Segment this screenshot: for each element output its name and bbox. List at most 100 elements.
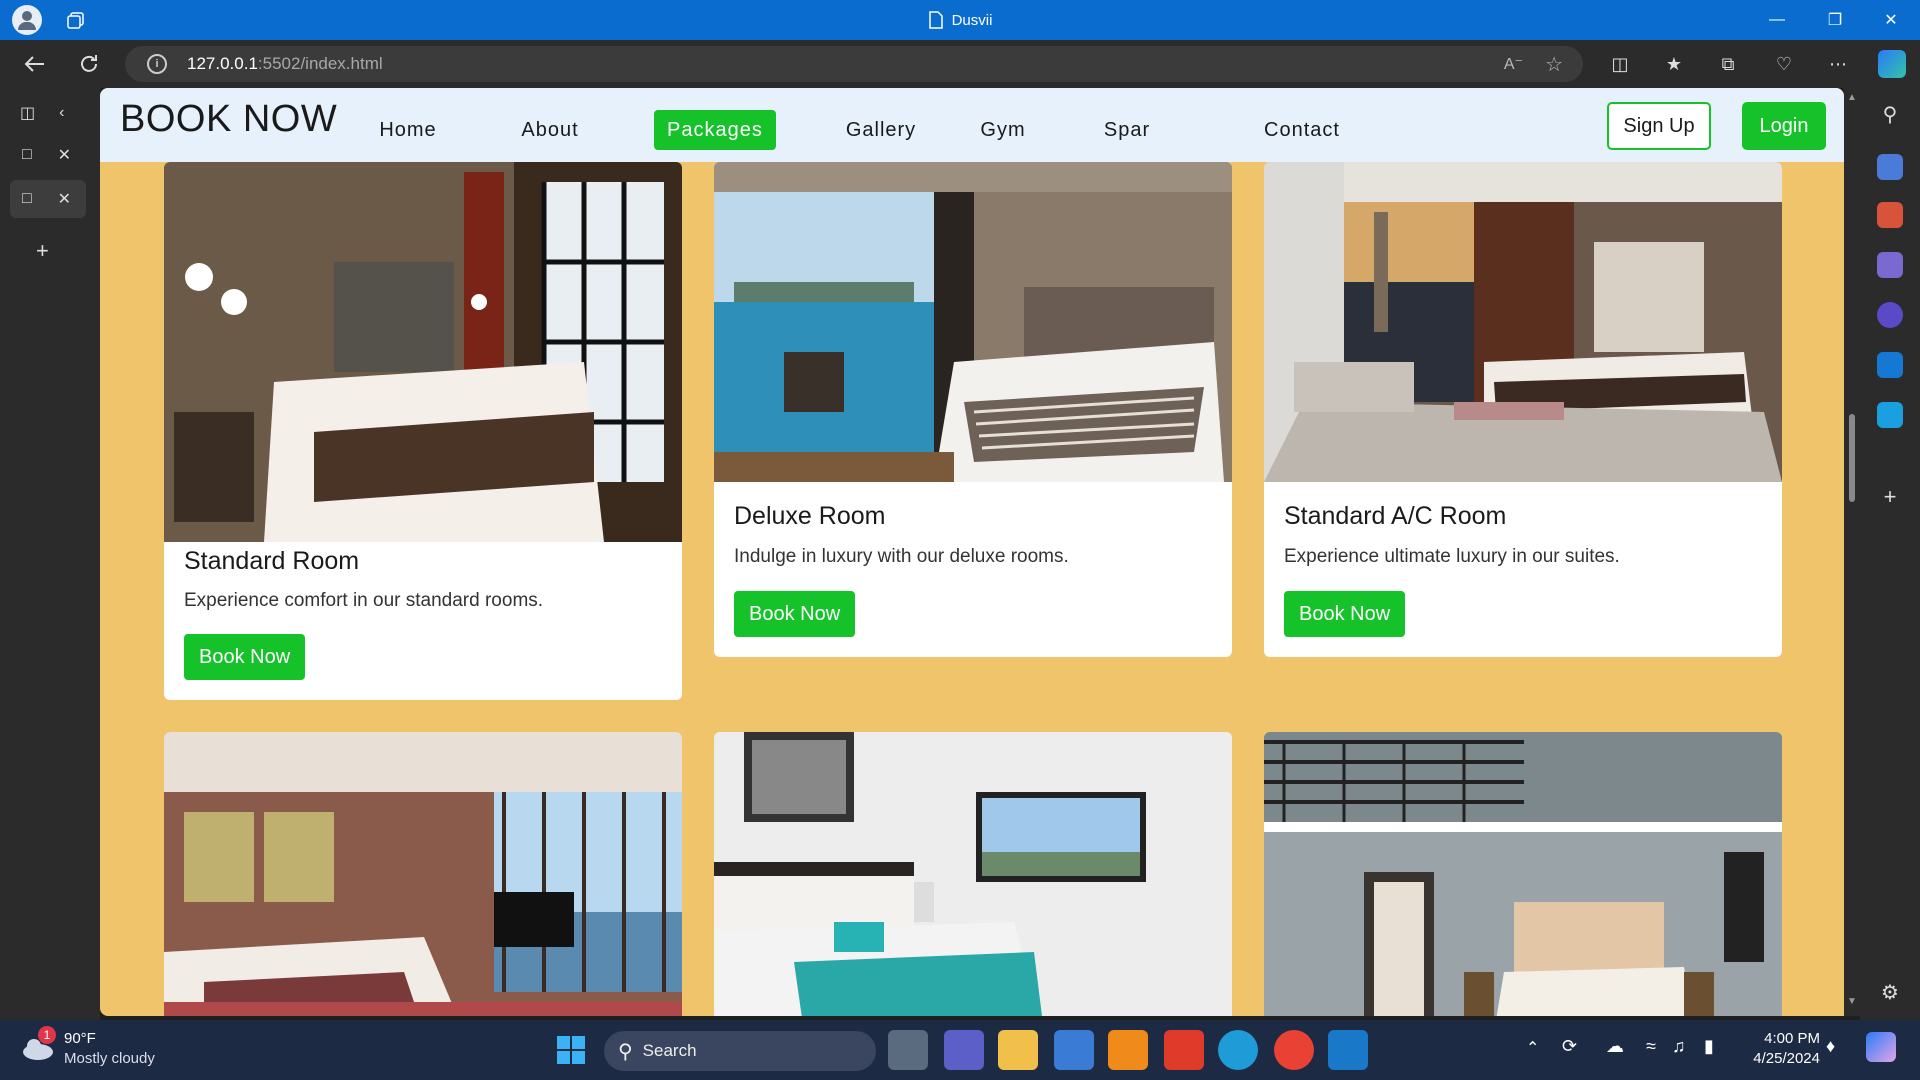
close-tab-icon[interactable]: ✕ (58, 189, 71, 209)
card-title: Standard Room (184, 547, 360, 575)
close-tab-icon[interactable]: ✕ (58, 145, 71, 165)
browser-essentials-icon[interactable]: ♡ (1770, 50, 1798, 78)
room-card: Deluxe Room Indulge in luxury with our d… (714, 162, 1232, 657)
chrome-icon[interactable] (1274, 1030, 1314, 1070)
sync-icon[interactable]: ⟳ (1562, 1036, 1577, 1057)
scrollbar-thumb[interactable] (1849, 414, 1855, 502)
sidebar-settings-icon[interactable]: ⚙ (1877, 980, 1903, 1006)
onedrive-icon[interactable]: ☁ (1606, 1036, 1624, 1057)
scroll-up-arrow-icon[interactable]: ▲ (1847, 92, 1857, 103)
search-icon: ⚲ (618, 1040, 633, 1063)
copilot-icon[interactable] (1878, 50, 1906, 78)
weather-widget[interactable]: 1 (20, 1026, 56, 1062)
room-card (164, 732, 682, 1016)
nav-contact[interactable]: Contact (1262, 110, 1342, 150)
weather-desc: Mostly cloudy (64, 1050, 155, 1067)
deluxe-room-photo (714, 162, 1232, 482)
send-icon[interactable] (1877, 402, 1903, 428)
nav-gallery[interactable]: Gallery (846, 110, 916, 150)
refresh-button[interactable] (72, 48, 106, 80)
tab-actions: ◫ ‹ (10, 94, 86, 132)
book-now-button[interactable]: Book Now (1284, 591, 1406, 637)
sidebar-search-icon[interactable]: ⚲ (1877, 102, 1903, 128)
weather-badge: 1 (38, 1026, 56, 1044)
book-now-button[interactable]: Book Now (184, 634, 306, 680)
site-brand[interactable]: BOOK NOW (120, 98, 337, 141)
favorites-icon[interactable]: ★ (1660, 50, 1688, 78)
nav-spar[interactable]: Spar (1102, 110, 1152, 150)
copilot-taskbar-icon[interactable] (1866, 1032, 1896, 1062)
edge-icon[interactable] (1218, 1030, 1258, 1070)
refresh-icon (81, 55, 97, 72)
tools-icon[interactable] (1877, 202, 1903, 228)
more-menu-icon[interactable]: ⋯ (1824, 50, 1852, 78)
add-sidebar-app-icon[interactable]: + (1877, 484, 1903, 510)
vscode-icon[interactable] (1328, 1030, 1368, 1070)
search-label: Search (642, 1041, 697, 1060)
show-hidden-icons[interactable]: ⌃ (1526, 1038, 1539, 1058)
nav-packages[interactable]: Packages (654, 110, 776, 150)
notification-bell-icon[interactable]: ♦ (1826, 1036, 1835, 1057)
wps-office-icon[interactable] (1164, 1030, 1204, 1070)
card-description: Experience comfort in our standard rooms… (184, 590, 544, 611)
nav-gym[interactable]: Gym (978, 110, 1028, 150)
page-icon: □ (22, 146, 32, 163)
room-card (1264, 732, 1782, 1016)
card-title: Deluxe Room (734, 502, 886, 530)
app-orange-icon[interactable] (1108, 1030, 1148, 1070)
windows-logo-icon (557, 1036, 585, 1064)
card-description: Experience ultimate luxury in our suites… (1284, 546, 1620, 567)
clock-time[interactable]: 4:00 PM (1736, 1030, 1820, 1047)
window-title-area: Dusvii (0, 0, 1920, 40)
tab-actions-icon[interactable]: ◫ (20, 103, 35, 123)
site-navbar: BOOK NOW Home About Packages Gallery Gym… (100, 88, 1844, 162)
edge-sidebar: ⚲ + ⚙ (1860, 88, 1920, 1020)
store-icon[interactable] (1054, 1030, 1094, 1070)
teams-icon[interactable] (944, 1030, 984, 1070)
collections-icon[interactable]: ⧉ (1714, 50, 1742, 78)
games-icon[interactable] (1877, 252, 1903, 278)
page-icon (928, 11, 943, 29)
vertical-tabs-pane: ◫ ‹ □ ✕ □ ✕ + (0, 88, 100, 1020)
page-scrollbar[interactable]: ▲ ▼ (1844, 88, 1860, 1016)
wifi-icon[interactable]: ≈ (1646, 1036, 1656, 1057)
new-tab-button[interactable]: + (36, 232, 66, 270)
collapse-tabs-icon[interactable]: ‹ (59, 104, 64, 122)
address-bar[interactable]: i 127.0.0.1:5502/index.html A⁻ ☆ (125, 46, 1583, 82)
address-url[interactable]: 127.0.0.1:5502/index.html (187, 54, 383, 74)
file-explorer-icon[interactable] (998, 1030, 1038, 1070)
room-photo (714, 732, 1232, 1016)
favorite-star-icon[interactable]: ☆ (1545, 52, 1563, 77)
split-screen-icon[interactable]: ◫ (1606, 50, 1634, 78)
ac-room-photo (1264, 162, 1782, 482)
site-info-icon[interactable]: i (147, 54, 167, 74)
tab-item-active[interactable]: □ ✕ (10, 180, 86, 218)
read-aloud-icon[interactable]: A⁻ (1504, 54, 1523, 74)
card-title: Standard A/C Room (1284, 502, 1507, 530)
start-button[interactable] (551, 1030, 591, 1070)
windows-taskbar: 1 90°F Mostly cloudy ⚲ Search ⌃ ⟳ ☁ ≈ ♫ … (0, 1020, 1920, 1080)
battery-icon[interactable]: ▮ (1704, 1036, 1714, 1057)
volume-icon[interactable]: ♫ (1672, 1036, 1686, 1057)
book-now-button[interactable]: Book Now (734, 591, 856, 637)
close-window-button[interactable]: ✕ (1862, 0, 1920, 40)
tab-item[interactable]: □ ✕ (10, 136, 86, 174)
nav-home[interactable]: Home (378, 110, 438, 150)
signup-button[interactable]: Sign Up (1607, 102, 1711, 150)
nav-about[interactable]: About (520, 110, 580, 150)
room-photo (1264, 732, 1782, 1016)
room-card (714, 732, 1232, 1016)
scroll-down-arrow-icon[interactable]: ▼ (1847, 996, 1857, 1007)
copilot-app-icon[interactable] (1877, 302, 1903, 328)
weather-temp: 90°F (64, 1030, 96, 1047)
room-card: Standard A/C Room Experience ultimate lu… (1264, 162, 1782, 657)
shopping-tag-icon[interactable] (1877, 154, 1903, 180)
login-button[interactable]: Login (1742, 102, 1826, 150)
back-button[interactable] (18, 48, 52, 80)
taskbar-search[interactable]: ⚲ Search (604, 1031, 876, 1071)
restore-button[interactable]: ❐ (1806, 0, 1864, 40)
task-view-icon[interactable] (888, 1030, 928, 1070)
minimize-button[interactable]: — (1748, 0, 1806, 40)
clock-date[interactable]: 4/25/2024 (1736, 1050, 1820, 1067)
outlook-icon[interactable] (1877, 352, 1903, 378)
